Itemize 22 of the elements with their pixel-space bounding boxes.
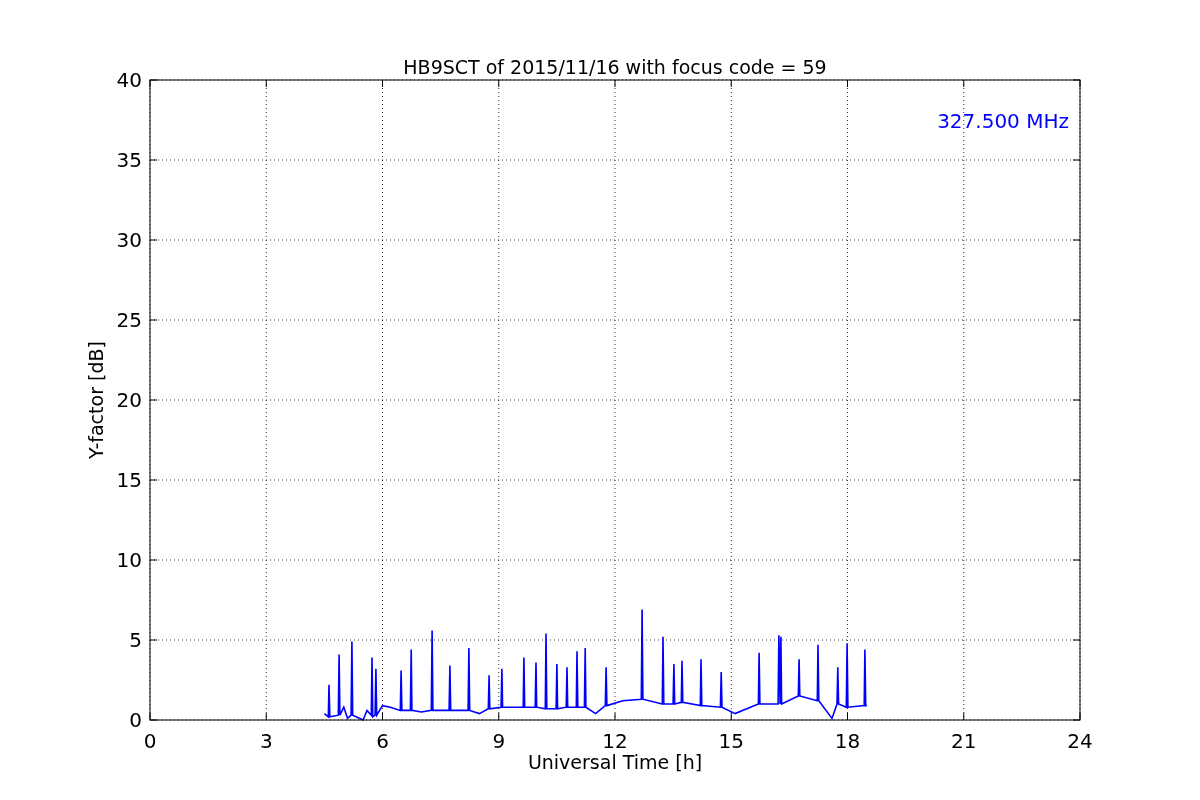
- y-tick-label: 20: [116, 388, 142, 412]
- x-tick-label: 9: [492, 729, 506, 753]
- y-tick-label: 30: [116, 228, 142, 252]
- y-tick-label: 0: [129, 708, 142, 732]
- frequency-label: 327.500 MHz: [937, 109, 1069, 133]
- y-axis-label: Y-factor [dB]: [85, 341, 107, 459]
- x-tick-label: 15: [718, 729, 744, 753]
- x-tick-label: 18: [834, 729, 861, 753]
- x-tick-label: 0: [143, 729, 157, 753]
- x-tick-label: 6: [376, 729, 389, 753]
- x-tick-label: 21: [951, 729, 977, 753]
- x-tick-label: 24: [1067, 729, 1093, 753]
- y-tick-label: 40: [116, 68, 142, 92]
- x-tick-label: 3: [259, 729, 273, 753]
- y-tick-label: 10: [116, 548, 142, 572]
- x-axis-label: Universal Time [h]: [527, 751, 703, 773]
- x-tick-label: 12: [602, 729, 628, 753]
- chart-title: HB9SCT of 2015/11/16 with focus code = 59: [403, 56, 827, 78]
- y-tick-label: 25: [116, 308, 142, 332]
- y-tick-label: 35: [116, 148, 142, 172]
- y-tick-label: 5: [129, 628, 142, 652]
- y-tick-label: 15: [116, 468, 142, 492]
